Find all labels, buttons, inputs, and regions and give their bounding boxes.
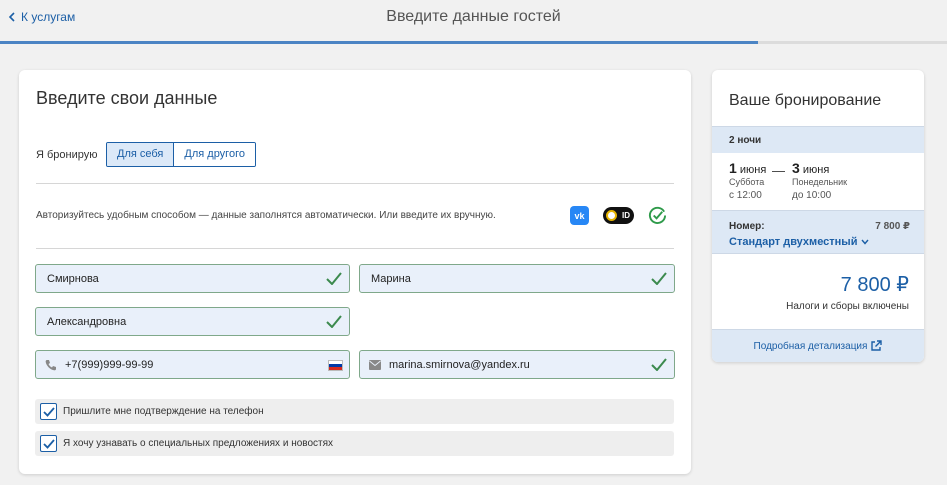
sms-confirmation-checkbox[interactable]: Пришлите мне подтверждение на телефон xyxy=(35,399,674,424)
phone-field[interactable]: +7(999)999-99-99 xyxy=(35,350,350,379)
checkmark-icon xyxy=(42,406,55,417)
gosuslugi-check-icon[interactable] xyxy=(648,206,667,225)
checkout-time: до 10:00 xyxy=(792,190,832,201)
form-title: Введите свои данные xyxy=(36,88,218,108)
email-field[interactable]: marina.smirnova@yandex.ru xyxy=(359,350,675,379)
checkbox[interactable] xyxy=(40,403,57,420)
check-icon xyxy=(326,315,342,328)
sber-id-label: ID xyxy=(622,211,630,220)
patronymic-value: Александровна xyxy=(47,315,127,328)
name-value: Марина xyxy=(371,272,411,285)
checkbox-label: Я хочу узнавать о специальных предложени… xyxy=(63,438,334,449)
checkin-day: 1 xyxy=(729,160,737,176)
external-link-icon xyxy=(871,340,883,351)
room-price: 7 800 ₽ xyxy=(875,221,910,232)
room-label: Номер: xyxy=(729,221,765,232)
nights-count: 2 ночи xyxy=(729,135,762,146)
page-title: Введите данные гостей xyxy=(386,8,561,25)
for-self-button[interactable]: Для себя xyxy=(107,143,175,166)
details-bar: Подробная детализация xyxy=(712,329,924,362)
sber-logo-icon xyxy=(606,210,617,221)
russia-flag-icon[interactable] xyxy=(328,360,343,371)
booking-for-toggle: Для себя Для другого xyxy=(106,142,256,167)
details-link-label: Подробная детализация xyxy=(753,340,868,352)
divider xyxy=(36,248,674,249)
checkout-day: 3 xyxy=(792,160,800,176)
checkout-weekday: Понедельник xyxy=(792,177,848,187)
sber-id-icon[interactable]: ID xyxy=(603,207,634,224)
checkin-date: 1 июня Суббота с 12:00 xyxy=(729,160,766,201)
surname-field[interactable]: Смирнова xyxy=(35,264,350,293)
checkout-date: 3 июня Понедельник до 10:00 xyxy=(792,160,847,201)
auth-providers: vk ID xyxy=(570,206,667,225)
header: К услугам Введите данные гостей xyxy=(0,0,947,44)
check-icon xyxy=(651,358,667,371)
phone-icon xyxy=(45,359,56,370)
taxes-note: Налоги и сборы включены xyxy=(786,301,909,312)
patronymic-field[interactable]: Александровна xyxy=(35,307,350,336)
mail-icon xyxy=(369,359,381,370)
checkbox-label: Пришлите мне подтверждение на телефон xyxy=(63,406,264,417)
divider xyxy=(36,183,674,184)
for-other-button[interactable]: Для другого xyxy=(174,143,255,166)
booking-summary-card: Ваше бронирование 2 ночи 1 июня Суббота … xyxy=(712,70,924,362)
booking-title: Ваше бронирование xyxy=(729,92,882,109)
nights-bar: 2 ночи xyxy=(712,126,924,153)
newsletter-checkbox[interactable]: Я хочу узнавать о специальных предложени… xyxy=(35,431,674,456)
room-type-label: Стандарт двухместный xyxy=(729,236,858,248)
room-type-dropdown[interactable]: Стандарт двухместный xyxy=(729,236,870,248)
email-value: marina.smirnova@yandex.ru xyxy=(389,358,530,371)
details-link[interactable]: Подробная детализация xyxy=(754,340,883,352)
checkin-weekday: Суббота xyxy=(729,177,765,187)
surname-value: Смирнова xyxy=(47,272,99,285)
chevron-down-icon xyxy=(861,239,870,245)
vk-icon[interactable]: vk xyxy=(570,206,589,225)
checkmark-icon xyxy=(42,438,55,449)
progress-bar xyxy=(0,41,947,44)
checkin-time: с 12:00 xyxy=(729,190,762,201)
check-icon xyxy=(326,272,342,285)
phone-value: +7(999)999-99-99 xyxy=(65,358,154,371)
checkbox[interactable] xyxy=(40,435,57,452)
checkin-month: июня xyxy=(739,164,767,176)
name-field[interactable]: Марина xyxy=(359,264,675,293)
progress-fill xyxy=(0,41,758,44)
total-price: 7 800 ₽ xyxy=(840,274,909,296)
booking-for-label: Я бронирую xyxy=(36,149,98,161)
auth-hint: Авторизуйтесь удобным способом — данные … xyxy=(36,210,496,221)
room-info: Номер: 7 800 ₽ Стандарт двухместный xyxy=(712,210,924,254)
checkout-month: июня xyxy=(802,164,830,176)
check-icon xyxy=(651,272,667,285)
date-separator: — xyxy=(772,163,785,178)
guest-form-card: Введите свои данные Я бронирую Для себя … xyxy=(19,70,691,474)
